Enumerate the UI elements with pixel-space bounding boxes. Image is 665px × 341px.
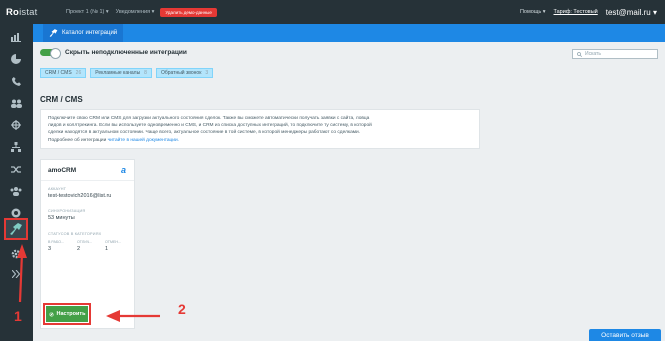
annotation-arrows bbox=[17, 244, 160, 322]
arrow-one-head bbox=[17, 244, 27, 258]
annotation-number-one: 1 bbox=[14, 308, 22, 324]
arrow-two-head bbox=[106, 310, 120, 322]
arrow-one-line bbox=[18, 252, 24, 303]
annotation-number-two: 2 bbox=[178, 301, 186, 317]
